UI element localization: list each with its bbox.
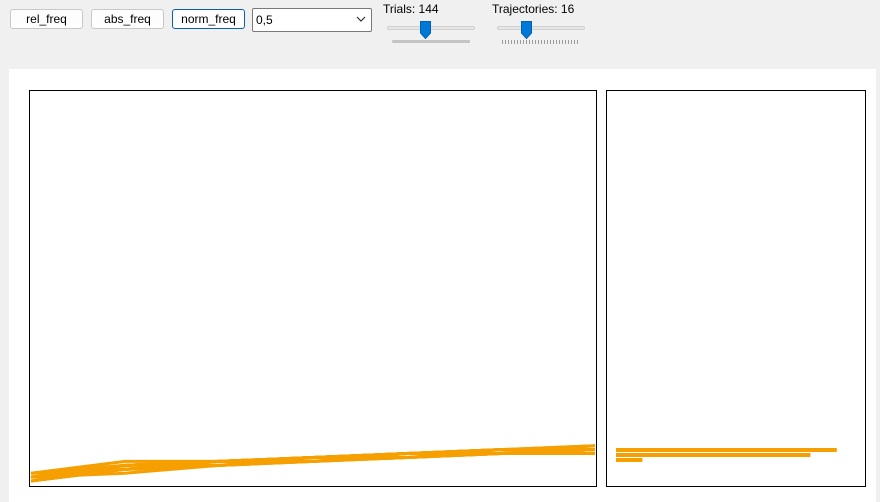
trajectories-slider-track[interactable] xyxy=(497,26,585,30)
abs-freq-button[interactable]: abs_freq xyxy=(91,9,164,29)
trials-slider-track[interactable] xyxy=(387,26,475,30)
norm-freq-button[interactable]: norm_freq xyxy=(172,9,245,29)
plot-canvas xyxy=(9,69,876,502)
trajectories-slider-thumb-icon[interactable] xyxy=(521,21,532,39)
histogram-plot-frame xyxy=(606,90,866,487)
trials-label: Trials: 144 xyxy=(383,2,439,16)
histogram-bar xyxy=(616,453,811,457)
chevron-down-icon xyxy=(356,16,366,22)
rel-freq-button[interactable]: rel_freq xyxy=(10,9,83,29)
toolbar: rel_freq abs_freq norm_freq 0,5 Trials: … xyxy=(0,0,880,68)
trajectories-tick-marks xyxy=(502,40,578,44)
trials-range-bar xyxy=(392,40,470,43)
histogram-bar xyxy=(616,448,837,452)
probability-dropdown[interactable]: 0,5 xyxy=(252,8,372,32)
trajectory-plot xyxy=(29,90,597,487)
histogram-bar xyxy=(616,458,643,462)
probability-value: 0,5 xyxy=(256,13,273,27)
trials-slider-thumb-icon[interactable] xyxy=(420,21,431,39)
trajectory-plot-frame xyxy=(29,90,597,487)
histogram-plot xyxy=(606,90,866,487)
trajectories-label: Trajectories: 16 xyxy=(492,2,575,16)
